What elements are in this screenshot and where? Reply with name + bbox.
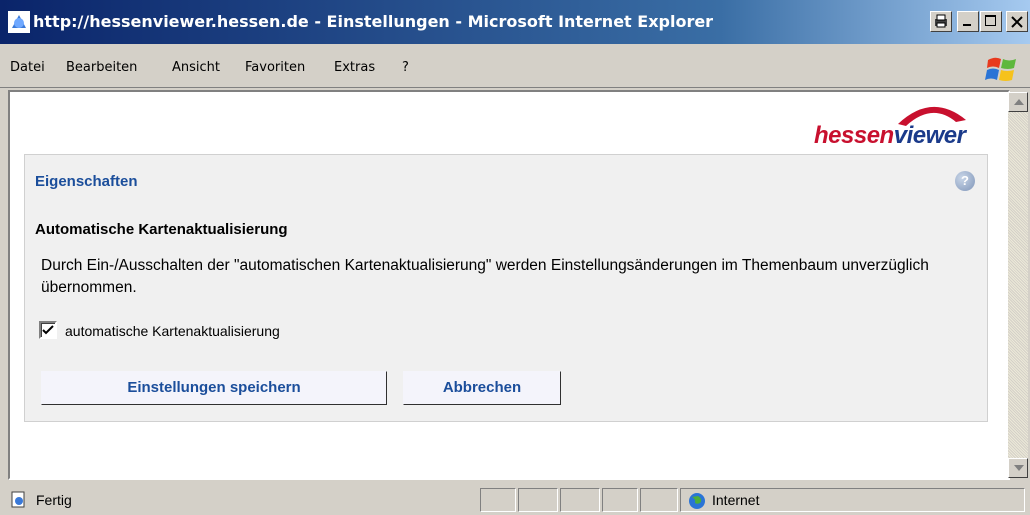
hessenviewer-logo: hessenviewer bbox=[814, 98, 994, 149]
logo-text-viewer: viewer bbox=[893, 122, 966, 149]
browser-window: http://hessenviewer.hessen.de - Einstell… bbox=[0, 0, 1030, 515]
checkmark-icon bbox=[42, 325, 54, 335]
cancel-button[interactable]: Abbrechen bbox=[403, 371, 561, 405]
menu-extras[interactable]: Extras bbox=[334, 60, 375, 75]
settings-panel: Eigenschaften ? Automatische Kartenaktua… bbox=[24, 154, 988, 422]
status-cell bbox=[640, 488, 678, 512]
status-cell bbox=[480, 488, 516, 512]
vertical-scrollbar[interactable] bbox=[1008, 92, 1028, 478]
windows-logo-icon bbox=[985, 57, 1016, 81]
save-settings-button[interactable]: Einstellungen speichern bbox=[41, 371, 387, 405]
close-icon[interactable] bbox=[1006, 11, 1028, 32]
menu-bar: Datei Bearbeiten Ansicht Favoriten Extra… bbox=[0, 46, 1030, 88]
window-title: http://hessenviewer.hessen.de - Einstell… bbox=[33, 12, 714, 31]
page-icon bbox=[11, 491, 25, 508]
menu-datei[interactable]: Datei bbox=[10, 60, 45, 75]
checkbox-label[interactable]: automatische Kartenaktualisierung bbox=[65, 323, 280, 339]
description-text: Durch Ein-/Ausschalten der "automatische… bbox=[41, 257, 929, 296]
help-icon[interactable]: ? bbox=[955, 171, 975, 191]
zone-text: Internet bbox=[712, 492, 760, 508]
status-cell bbox=[560, 488, 600, 512]
arrow-up-icon bbox=[1014, 99, 1024, 105]
menu-favoriten[interactable]: Favoriten bbox=[245, 60, 305, 75]
minimize-icon[interactable] bbox=[957, 11, 979, 32]
status-cell bbox=[518, 488, 558, 512]
page-content: hessenviewer Eigenschaften ? Automatisch… bbox=[8, 90, 1010, 480]
scroll-down-button[interactable] bbox=[1008, 458, 1028, 478]
menu-bearbeiten[interactable]: Bearbeiten bbox=[66, 60, 137, 75]
section-heading: Automatische Kartenaktualisierung bbox=[35, 221, 288, 238]
menu-ansicht[interactable]: Ansicht bbox=[172, 60, 220, 75]
ie-icon bbox=[8, 11, 30, 33]
arrow-down-icon bbox=[1014, 465, 1024, 471]
title-bar[interactable]: http://hessenviewer.hessen.de - Einstell… bbox=[0, 0, 1030, 44]
auto-update-checkbox[interactable] bbox=[39, 321, 57, 339]
globe-icon bbox=[689, 493, 705, 509]
status-text: Fertig bbox=[36, 492, 72, 508]
logo-text-hessen: hessen bbox=[814, 122, 894, 149]
panel-title: Eigenschaften bbox=[35, 173, 138, 190]
status-cell bbox=[602, 488, 638, 512]
menu-help[interactable]: ? bbox=[402, 60, 409, 75]
status-bar: Fertig Internet bbox=[0, 484, 1030, 515]
scroll-up-button[interactable] bbox=[1008, 92, 1028, 112]
maximize-icon[interactable] bbox=[980, 11, 1002, 32]
print-icon[interactable] bbox=[930, 11, 952, 32]
